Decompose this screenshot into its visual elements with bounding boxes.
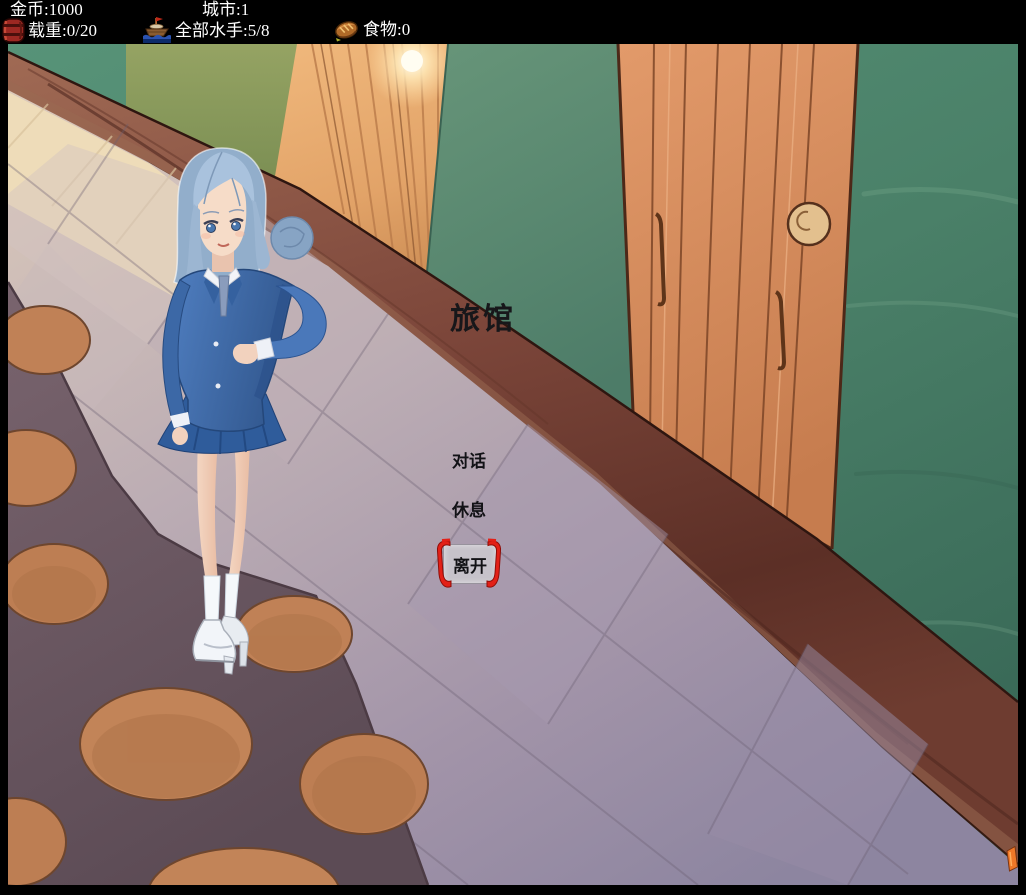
left-hand xyxy=(172,427,188,445)
selection-cursor-left-icon xyxy=(434,538,452,590)
scene-viewport: 旅馆 对话 休息 离开 xyxy=(8,44,1018,885)
cargo-label: 载重:0/20 xyxy=(28,22,97,39)
sailors-label: 全部水手:5/8 xyxy=(175,22,269,39)
wall-lamp xyxy=(401,50,423,72)
food-stat: 食物:0 xyxy=(333,17,410,42)
menu-option-talk[interactable]: 对话 xyxy=(452,447,486,472)
ship-icon xyxy=(142,16,172,44)
menu-option-leave-label: 离开 xyxy=(453,552,487,577)
barrel-icon xyxy=(2,18,25,43)
hud-bar: 金币:1000 城市:1 载重:0/20 xyxy=(0,0,1026,44)
left-sock xyxy=(204,576,220,624)
gold-stat: 金币:1000 xyxy=(10,1,83,18)
cargo-stat: 载重:0/20 xyxy=(2,18,97,43)
game-window: 金币:1000 城市:1 载重:0/20 xyxy=(0,0,1026,895)
selection-cursor-right-icon xyxy=(486,538,504,590)
street-scene-art xyxy=(8,44,1018,885)
menu-option-rest[interactable]: 休息 xyxy=(452,496,486,521)
food-label: 食物:0 xyxy=(363,21,410,38)
gold-label: 金币:1000 xyxy=(10,1,83,18)
hair-bun xyxy=(271,217,313,259)
door-knob xyxy=(788,203,830,245)
sailors-stat: 全部水手:5/8 xyxy=(142,16,269,44)
edge-flag-marker-icon xyxy=(1006,846,1018,872)
bread-icon xyxy=(333,17,360,42)
location-title: 旅馆 xyxy=(450,294,516,338)
